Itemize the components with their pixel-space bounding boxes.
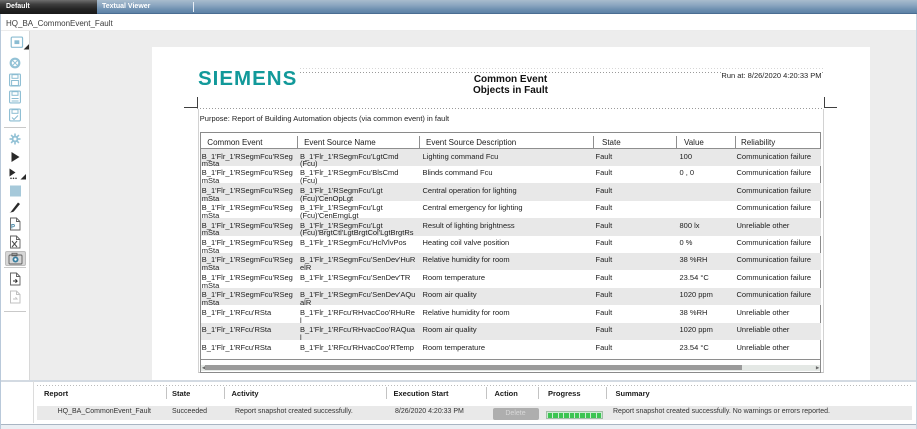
svg-text:P: P [11, 225, 15, 231]
